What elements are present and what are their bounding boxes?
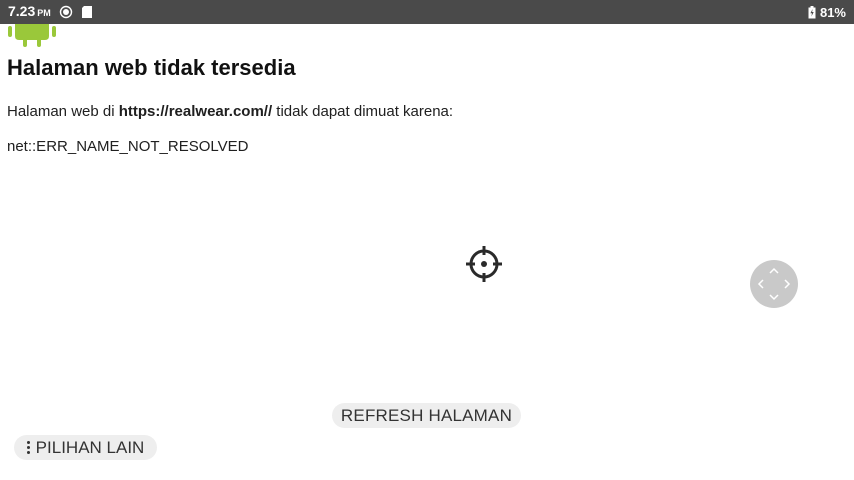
error-message-prefix: Halaman web di: [7, 103, 119, 120]
sync-icon: [59, 5, 73, 19]
refresh-page-button[interactable]: REFRESH HALAMAN: [332, 403, 521, 428]
more-options-button[interactable]: PILIHAN LAIN: [14, 435, 157, 460]
battery-percent: 81%: [819, 4, 846, 20]
error-message-suffix: tidak dapat dimuat karena:: [272, 103, 454, 120]
clock: 7.23 PM: [8, 3, 51, 21]
status-bar-left: 7.23 PM: [8, 3, 93, 21]
status-bar-right: 81%: [808, 5, 846, 20]
crosshair-icon: [465, 245, 503, 283]
error-message: Halaman web di https://realwear.com// ti…: [7, 103, 453, 120]
clock-time: 7.23: [8, 3, 36, 19]
status-bar: 7.23 PM 81%: [0, 0, 854, 24]
error-code: net::ERR_NAME_NOT_RESOLVED: [7, 138, 249, 155]
sd-card-icon: [81, 5, 93, 19]
error-url: https://realwear.com//: [118, 103, 273, 120]
clock-ampm: PM: [37, 8, 51, 18]
android-robot-icon: [6, 20, 58, 50]
more-options-label: PILIHAN LAIN: [35, 437, 145, 457]
battery-icon: [808, 5, 816, 19]
more-vert-icon: [26, 441, 30, 454]
page-title: Halaman web tidak tersedia: [7, 55, 296, 80]
directional-pad-icon[interactable]: [750, 260, 798, 308]
